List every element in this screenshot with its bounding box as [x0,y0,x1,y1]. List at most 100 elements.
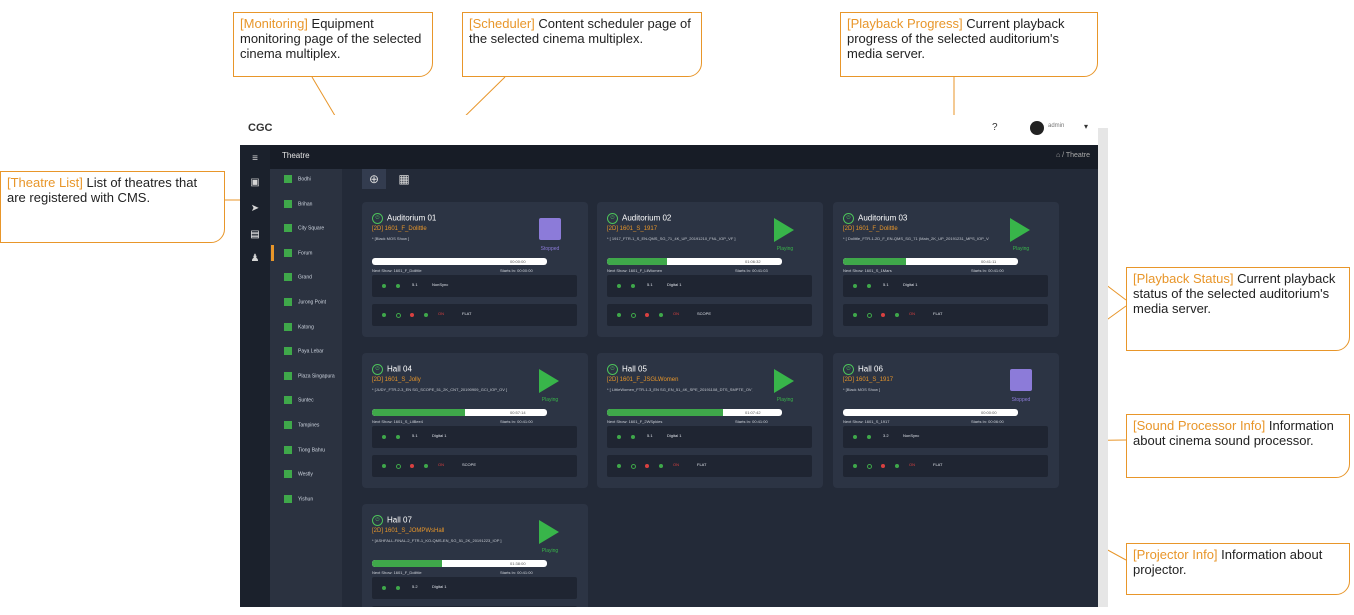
media-path: * [ASHFALL-FINAL-2_FTR-1_KO-QMS-EN_SG_51… [372,538,502,543]
play-icon[interactable] [774,369,794,393]
progress-time: 01:38:00 [510,561,526,566]
sound-format: 3.2 [883,433,889,438]
theatre-label: Tampines [298,422,320,429]
status-dot [631,435,635,439]
status-dot [867,313,872,318]
screenshot-shadow [1098,128,1108,607]
status-dot [396,313,401,318]
auditorium-card[interactable]: ⏻ Auditorium 02 [2D] 1601_S_1917 * [ 1917_F… [597,202,823,337]
theatre-label: Paya Lebar [298,348,324,355]
status-dot [867,435,871,439]
page-title: Theatre [282,151,310,160]
projector-row: ON FLAT [607,455,812,477]
theatre-item[interactable]: Forum [284,248,312,257]
auditorium-card[interactable]: ⏻ Auditorium 01 [2D] 1601_F_Dolittle * [Bla… [362,202,588,337]
theatre-label: Tiong Bahru [298,446,326,453]
auditorium-card[interactable]: ⏻ Hall 07 [2D] 1601_S_JOMPWsHall * [ASHFALL… [362,504,588,607]
sound-processor-row: 5.1 Digital 1 [607,275,812,297]
app-screenshot: CGC ? admin ▾ ≡ ▣ ➤ ▤ ♟ ⌂ / Theatre Thea… [240,115,1098,607]
next-show: Next Show: 1601_S_1917 [843,419,890,424]
dashboard-icon[interactable]: ▣ [240,177,270,188]
power-icon: ⏻ [607,364,618,375]
theatre-status-icon [284,199,292,208]
status-dot [396,586,400,590]
play-icon[interactable] [539,369,559,393]
sound-mode: Digital 1 [667,282,682,287]
play-icon[interactable] [774,218,794,242]
status-label: Playing [541,397,559,403]
projector-mode: FLAT [933,462,943,467]
progress-fill [843,258,906,265]
send-icon[interactable]: ➤ [240,203,270,214]
user-icon[interactable]: ♟ [240,253,270,264]
theatre-item[interactable]: Westly [284,470,313,479]
theatre-item[interactable]: Plaza Singapura [284,371,335,380]
menu-icon[interactable]: ≡ [240,153,270,164]
status-dot [382,464,386,468]
next-show: Next Show: 1601_S_1Mars [843,268,892,273]
help-icon[interactable]: ? [992,122,998,133]
status-dot [853,313,857,317]
progress-fill [372,409,465,416]
theatre-status-icon [284,298,292,306]
lamp-state: ON [673,462,679,467]
status-dot [895,313,899,317]
tab-monitoring[interactable]: ⊕ [362,169,386,189]
theatre-item[interactable]: Tampines [284,421,319,429]
auditorium-card[interactable]: ⏻ Hall 06 [2D] 1601_S_1917 * [Black MOS Sho… [833,353,1059,488]
status-dot [631,313,636,318]
sound-mode: Digital 1 [432,584,447,589]
progress-fill [607,258,667,265]
active-indicator [271,244,274,261]
theatre-item[interactable]: City Square [284,224,324,233]
auditorium-card[interactable]: ⏻ Hall 04 [2D] 1601_S_Jolly * [JUDY_FTR-2-3… [362,353,588,488]
theatre-label: Grand [298,274,312,281]
status-dot [881,464,885,468]
lamp-state: ON [438,462,444,467]
status-dot [895,464,899,468]
theatre-status-icon [284,421,292,429]
stop-icon[interactable] [1010,369,1032,391]
media-path: * [ 1917_FTR-1_S_EN-QMS_SG_71_4K_UP_2019… [607,236,736,241]
power-icon: ⏻ [372,213,383,224]
starts-in: Starts In: 00:06:00 [971,419,1004,424]
theatre-item[interactable]: Yishun [284,494,313,503]
theatre-item[interactable]: Bodhi [284,175,311,183]
auditorium-title: ⏻ Auditorium 03 [843,213,907,224]
theatre-item[interactable]: Brihan [284,199,312,208]
projector-row: ON SCOPE [607,304,812,326]
status-dot [881,313,885,317]
avatar[interactable] [1030,121,1044,135]
theatre-icon[interactable]: ▤ [240,229,270,240]
theatre-item[interactable]: Tiong Bahru [284,445,326,454]
next-show: Next Show: 1601_S_LilBee4 [372,419,423,424]
theatre-item[interactable]: Suntec [284,396,314,405]
projector-mode: SCOPE [462,462,477,467]
theatre-item[interactable]: Grand [284,273,312,282]
stop-icon[interactable] [539,218,561,240]
tab-scheduler[interactable]: ▦ [392,169,416,189]
chevron-down-icon[interactable]: ▾ [1084,122,1088,131]
auditorium-title: ⏻ Auditorium 01 [372,213,436,224]
lamp-state: ON [909,311,915,316]
theatre-item[interactable]: Paya Lebar [284,347,324,356]
media-path: * [Black MOS Show ] [372,236,410,241]
power-icon: ⏻ [843,213,854,224]
user-name[interactable]: admin [1048,123,1064,129]
play-icon[interactable] [539,520,559,544]
auditorium-title: ⏻ Hall 06 [843,364,883,375]
starts-in: Starts In: 00:41:00 [500,419,533,424]
projector-row: ON SCOPE [372,455,577,477]
auditorium-title: ⏻ Hall 05 [607,364,647,375]
status-dot [382,435,386,439]
auditorium-card[interactable]: ⏻ Auditorium 03 [2D] 1601_F_Dolittle * [ Do… [833,202,1059,337]
auditorium-card[interactable]: ⏻ Hall 05 [2D] 1601_F_JSGLWomen * [ LittleW… [597,353,823,488]
sound-processor-row: 5.1 Digital 1 [372,426,577,448]
theatre-item[interactable]: Katong [284,322,314,331]
play-icon[interactable] [1010,218,1030,242]
theatre-item[interactable]: Jurong Point [284,298,326,306]
status-dot [645,464,649,468]
projector-mode: SCOPE [697,311,712,316]
status-dot [382,586,386,590]
theatre-status-icon [284,371,292,380]
